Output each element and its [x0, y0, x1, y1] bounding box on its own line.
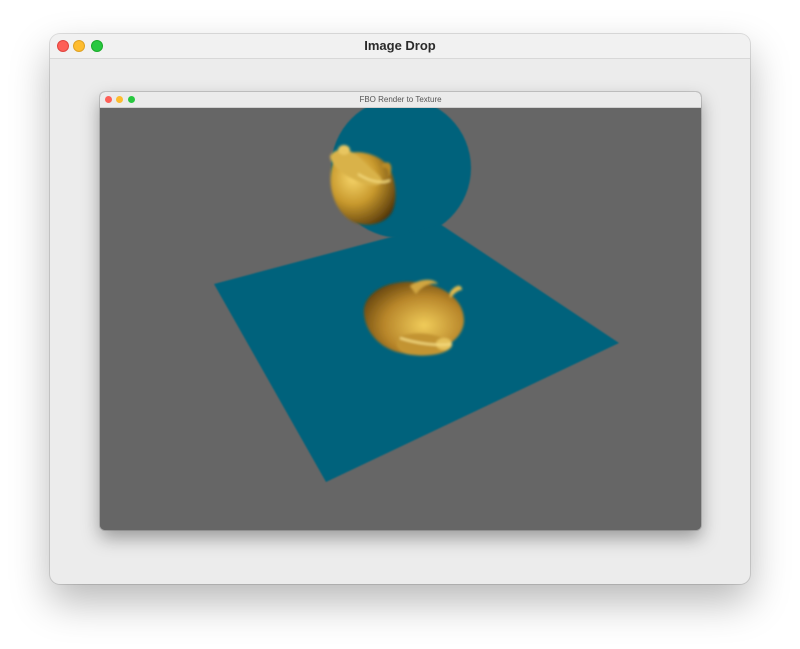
outer-titlebar[interactable]: Image Drop	[50, 34, 750, 59]
scene-canvas	[214, 108, 619, 482]
inner-window-title: FBO Render to Texture	[359, 95, 442, 104]
render-viewport[interactable]	[100, 108, 701, 530]
image-drop-window: Image Drop FBO Render to Texture	[50, 34, 750, 584]
fbo-render-window[interactable]: FBO Render to Texture	[100, 92, 701, 530]
inner-titlebar[interactable]: FBO Render to Texture	[100, 92, 701, 108]
window-title: Image Drop	[364, 38, 436, 53]
